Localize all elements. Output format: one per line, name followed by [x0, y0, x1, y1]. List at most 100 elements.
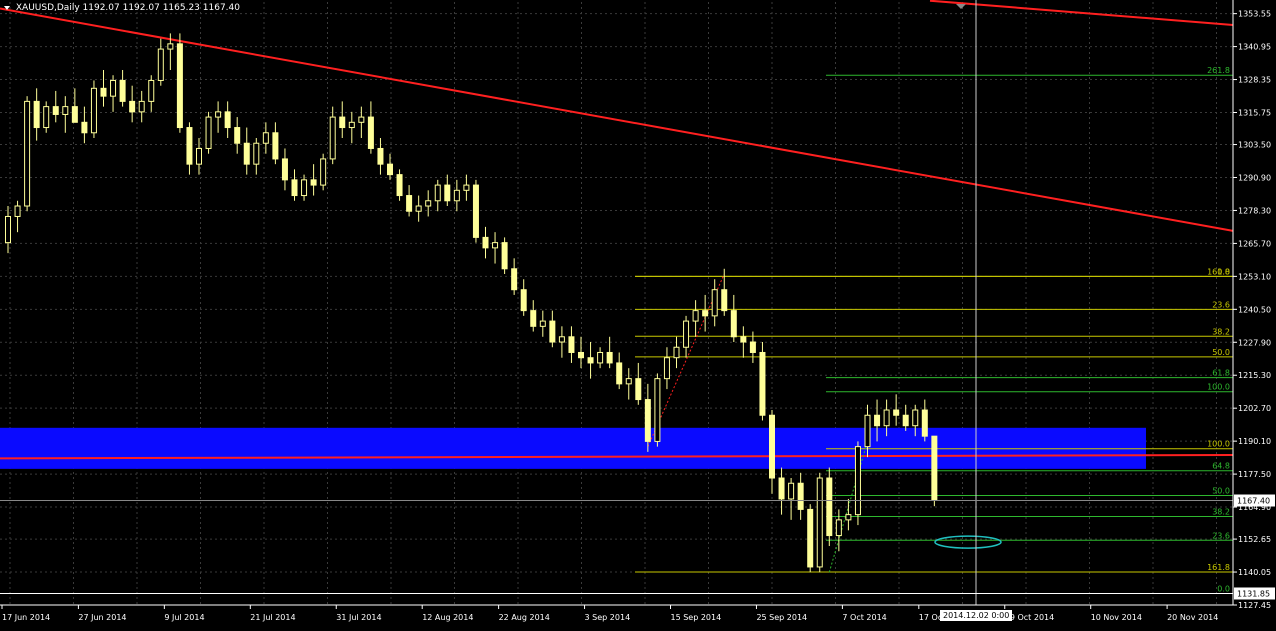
candle-body: [310, 179, 317, 186]
time-tick-label: 9 Jul 2014: [164, 613, 204, 622]
candle-body: [549, 320, 556, 343]
candle-body: [90, 87, 97, 134]
candle-body: [444, 184, 451, 202]
candle-body: [262, 132, 269, 144]
time-tick-label: 10 Nov 2014: [1091, 613, 1142, 622]
candle-body: [14, 205, 21, 217]
candle-body: [434, 184, 441, 202]
candle-body: [52, 106, 59, 115]
price-tick-label: 1315.75: [1238, 109, 1271, 118]
price-tick-label: 1253.10: [1238, 272, 1271, 281]
candle-body: [711, 289, 718, 317]
candle-body: [769, 414, 775, 479]
candle-body: [501, 242, 508, 270]
candle-body: [5, 215, 11, 244]
candle-body: [100, 87, 107, 97]
candle-body: [578, 351, 584, 359]
candle-body: [539, 320, 546, 327]
price-tick-label: 1215.30: [1238, 371, 1271, 380]
candle-body: [71, 106, 78, 123]
candle-body: [683, 320, 690, 348]
candle-body: [33, 100, 40, 129]
candle-body: [43, 106, 50, 129]
candle-body: [854, 446, 861, 516]
time-tick-label: 3 Sep 2014: [585, 613, 631, 622]
candle-body: [396, 174, 403, 197]
time-tick-label: 31 Jul 2014: [336, 613, 381, 622]
candle-body: [835, 519, 842, 537]
candle-body: [119, 79, 126, 102]
candle-body: [482, 236, 489, 249]
candle-body: [931, 435, 938, 502]
candle-body: [788, 482, 795, 500]
candle-body: [196, 147, 202, 165]
candle-body: [673, 346, 680, 359]
candle-body: [329, 116, 336, 160]
candle-body: [912, 409, 919, 427]
candle-body: [81, 121, 88, 134]
time-tick-label: 7 Oct 2014: [842, 613, 886, 622]
price-tick-label: 1127.45: [1238, 601, 1271, 610]
candle-body: [692, 310, 699, 322]
candle-body: [606, 351, 613, 364]
fib-label-lower: 161.8: [1207, 563, 1230, 572]
candle-body: [797, 482, 804, 510]
candle-body: [243, 142, 250, 165]
time-tick-label: 22 Aug 2014: [499, 613, 550, 622]
candle-body: [281, 158, 288, 181]
candle-body: [234, 127, 241, 144]
candle-body: [864, 414, 871, 448]
fib-label-upper: 161.8: [1207, 267, 1230, 276]
candle-body: [320, 158, 327, 186]
chart-canvas[interactable]: 0.0 161.8 23.6 38.2 50.0 61.8 100.0 261.8 100.0 6…: [0, 0, 1276, 627]
price-chart[interactable]: 0.0 161.8 23.6 38.2 50.0 61.8 100.0 261.8 100.0 6…: [0, 0, 1276, 627]
candle-body: [749, 341, 756, 353]
candle-body: [167, 43, 174, 50]
candle-body: [625, 378, 632, 385]
candle-body: [110, 79, 117, 97]
fib-label-lower: 38.2: [1212, 507, 1230, 516]
candle-body: [778, 477, 785, 500]
candle-body: [654, 378, 661, 442]
dropdown-arrow-icon[interactable]: [4, 5, 10, 10]
fib-label-lower: 23.6: [1212, 531, 1230, 540]
price-tick-label: 1202.70: [1238, 404, 1271, 413]
candle-body: [663, 357, 670, 380]
time-tick-label: 12 Aug 2014: [422, 613, 473, 622]
candle-body: [597, 351, 604, 364]
candle-body: [520, 289, 527, 312]
time-tick-label: 21 Jul 2014: [250, 613, 295, 622]
cursor-date-label: 2014.12.02 0:00: [940, 610, 1013, 621]
candle-body: [157, 48, 164, 81]
candle-body: [902, 414, 909, 427]
candle-body: [62, 106, 69, 115]
time-tick-label: 25 Sep 2014: [756, 613, 807, 622]
price-tick-label: 1328.35: [1238, 76, 1271, 85]
candle-body: [24, 100, 31, 207]
candle-body: [138, 100, 145, 113]
fib-label-upper: 100.0: [1207, 383, 1230, 392]
candle-body: [568, 336, 575, 353]
candle-body: [759, 351, 766, 416]
candle-body: [921, 409, 928, 437]
candle-body: [387, 163, 393, 176]
candle-body: [348, 121, 355, 129]
candle-body: [874, 414, 881, 427]
price-tick-label: 1303.50: [1238, 141, 1271, 150]
candle-body: [845, 514, 852, 521]
candle-body: [205, 116, 212, 149]
candle-body: [377, 147, 384, 165]
candle-body: [740, 336, 747, 343]
candle-body: [702, 310, 709, 317]
candle-body: [558, 336, 565, 343]
candle-body: [587, 357, 594, 364]
candle-body: [826, 477, 833, 537]
fib-label-upper: 61.8: [1212, 369, 1230, 378]
symbol-header[interactable]: XAUUSD,Daily 1192.07 1192.07 1165.23 116…: [4, 3, 240, 13]
price-tick-label: 1177.50: [1238, 470, 1271, 479]
time-tick-label: 20 Nov 2014: [1167, 613, 1218, 622]
time-tick-label: 17 Jun 2014: [2, 613, 50, 622]
fib-label-lower: 0.0: [1217, 584, 1230, 593]
candle-body: [644, 399, 651, 442]
candle-body: [253, 142, 260, 165]
